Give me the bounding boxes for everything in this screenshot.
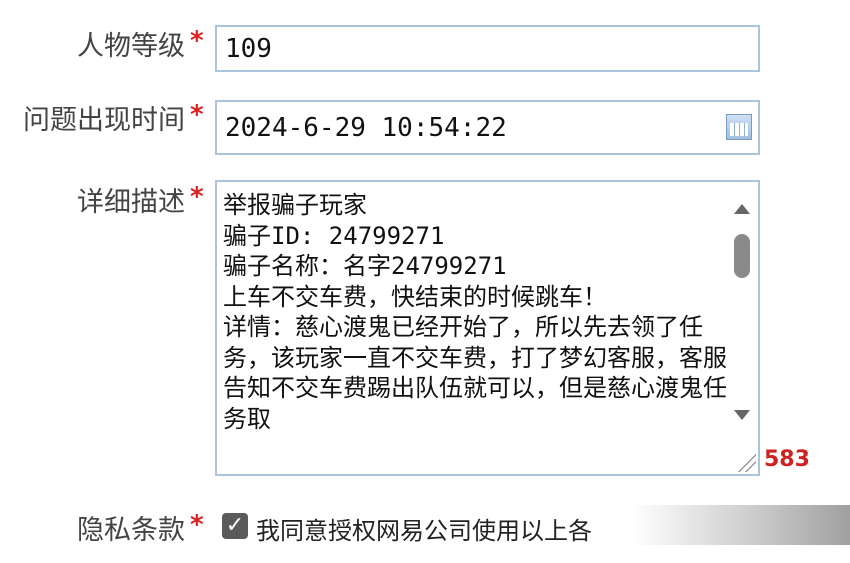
level-input[interactable]: 109 (215, 25, 760, 72)
description-required-mark: * (190, 182, 204, 212)
fade-overlay (630, 505, 850, 545)
privacy-checkbox[interactable]: ✓ (222, 513, 248, 539)
description-text: 举报骗子玩家 骗子ID: 24799271 骗子名称：名字24799271 上车… (223, 191, 727, 433)
description-textarea[interactable]: 举报骗子玩家 骗子ID: 24799271 骗子名称：名字24799271 上车… (215, 180, 760, 476)
privacy-label: 隐私条款 (77, 515, 185, 546)
scroll-up-arrow-icon[interactable] (734, 204, 750, 214)
report-form: 人物等级 * 109 问题出现时间 * 2024-6-29 10:54:22 详… (0, 0, 850, 563)
issue-time-value: 2024-6-29 10:54:22 (225, 112, 507, 143)
char-count: 583 (764, 447, 810, 472)
resize-grip-icon[interactable] (736, 452, 756, 472)
issue-time-label: 问题出现时间 (23, 105, 185, 136)
level-label: 人物等级 (77, 31, 185, 62)
level-value: 109 (225, 33, 272, 64)
privacy-required-mark: * (190, 510, 204, 540)
scrollbar-thumb[interactable] (734, 234, 750, 278)
issue-time-input[interactable]: 2024-6-29 10:54:22 (215, 100, 760, 155)
description-label: 详细描述 (77, 187, 185, 218)
calendar-icon[interactable] (726, 114, 752, 140)
level-required-mark: * (190, 26, 204, 56)
issue-time-required-mark: * (190, 100, 204, 130)
checkmark-icon: ✓ (225, 513, 245, 538)
scroll-down-arrow-icon[interactable] (734, 410, 750, 420)
privacy-agree-text[interactable]: 我同意授权网易公司使用以上各 (256, 511, 592, 546)
